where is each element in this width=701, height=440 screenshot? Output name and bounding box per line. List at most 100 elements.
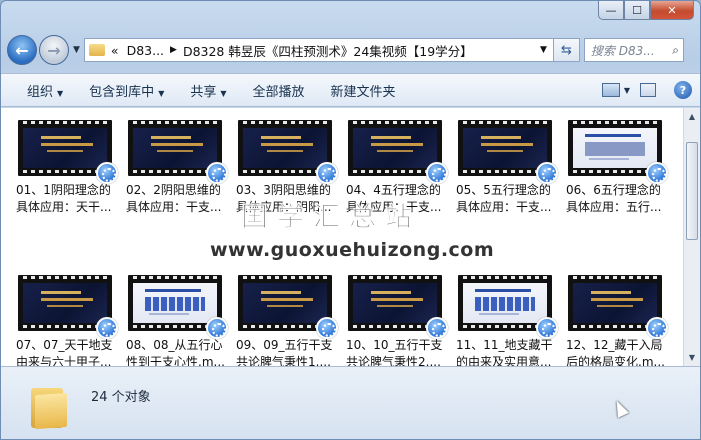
file-item[interactable]: 06、6五行理念的具体应用：五行... <box>566 120 670 216</box>
preview-pane-icon[interactable] <box>640 83 656 97</box>
search-input[interactable]: 搜索 D83... ⌕ <box>583 38 684 62</box>
video-thumbnail[interactable] <box>348 275 448 339</box>
video-thumbnail[interactable] <box>128 120 228 184</box>
file-list-view: 01、1阴阳理念的具体应用：天干... 02、2阴阳思维的具体应用：干支... 03… <box>1 108 683 369</box>
video-frame <box>133 283 217 323</box>
chevron-down-icon[interactable]: ▼ <box>624 86 630 95</box>
video-thumbnail[interactable] <box>568 120 668 184</box>
media-player-icon <box>316 317 338 339</box>
film-strip-top <box>128 276 222 281</box>
video-frame <box>23 283 107 323</box>
video-thumbnail[interactable] <box>568 275 668 339</box>
media-player-icon <box>536 162 558 184</box>
media-player-icon <box>316 162 338 184</box>
file-item[interactable]: 05、5五行理念的具体应用：干支... <box>456 120 560 216</box>
video-thumbnail[interactable] <box>18 275 118 339</box>
video-thumbnail[interactable] <box>348 120 448 184</box>
film-strip-top <box>458 276 552 281</box>
share-button[interactable]: 共享 ▼ <box>190 81 226 100</box>
folder-front <box>35 392 67 430</box>
video-frame <box>23 128 107 168</box>
media-player-icon <box>536 317 558 339</box>
vertical-scrollbar[interactable]: ▲ ▼ <box>683 108 700 366</box>
chevron-down-icon[interactable]: ▼ <box>540 45 547 55</box>
scroll-up-icon[interactable]: ▲ <box>684 108 700 125</box>
video-frame <box>243 128 327 168</box>
film-strip-top <box>568 121 662 126</box>
arrow-left-icon: ← <box>15 40 29 60</box>
folder-icon <box>88 44 105 56</box>
media-player-icon <box>426 162 448 184</box>
refresh-button[interactable]: ⇆ <box>553 38 580 62</box>
file-item[interactable]: 11、11_地支藏干的由来及实用意... <box>456 275 560 371</box>
help-icon[interactable]: ? <box>674 81 692 99</box>
arrow-right-icon: → <box>47 40 61 60</box>
maximize-button[interactable]: ☐ <box>624 1 650 20</box>
film-strip-top <box>348 121 442 126</box>
video-frame <box>463 283 547 323</box>
share-label: 共享 <box>190 84 217 100</box>
file-item[interactable]: 10、10_五行干支共论脾气秉性2.... <box>346 275 450 371</box>
film-strip-top <box>18 276 112 281</box>
video-thumbnail[interactable] <box>128 275 228 339</box>
caption-buttons: — ☐ ✕ <box>598 1 694 20</box>
organize-button[interactable]: 组织 ▼ <box>27 81 63 100</box>
breadcrumb-item-current[interactable]: D8328 韩昱辰《四柱预测术》24集视频【19学分】 <box>183 41 473 60</box>
file-item[interactable]: 09、09_五行干支共论脾气秉性1.... <box>236 275 340 371</box>
media-player-icon <box>96 317 118 339</box>
include-library-label: 包含到库中 <box>89 84 155 100</box>
play-all-button[interactable]: 全部播放 <box>253 81 305 100</box>
address-overflow[interactable]: « <box>111 43 119 58</box>
chevron-down-icon: ▼ <box>220 88 227 98</box>
change-view-icon[interactable] <box>601 83 620 97</box>
watermark-url: www.guoxuehuizong.com <box>210 239 495 261</box>
refresh-icon: ⇆ <box>560 42 572 58</box>
file-item[interactable]: 07、07_天干地支由来与六十甲子... <box>16 275 120 371</box>
close-button[interactable]: ✕ <box>650 1 694 20</box>
video-frame <box>573 283 657 323</box>
address-bar[interactable]: « D83... ▶ D8328 韩昱辰《四柱预测术》24集视频【19学分】 ▼ <box>83 38 554 62</box>
video-thumbnail[interactable] <box>238 275 338 339</box>
folder-icon <box>31 384 67 430</box>
file-name: 05、5五行理念的具体应用：干支... <box>456 183 552 214</box>
breadcrumb-item[interactable]: D83... <box>127 43 164 58</box>
video-frame <box>353 283 437 323</box>
video-thumbnail[interactable] <box>238 120 338 184</box>
film-strip-top <box>18 121 112 126</box>
search-icon: ⌕ <box>672 42 679 57</box>
media-player-icon <box>96 162 118 184</box>
file-item[interactable]: 02、2阴阳思维的具体应用：干支... <box>126 120 230 216</box>
video-thumbnail[interactable] <box>458 120 558 184</box>
file-item[interactable]: 01、1阴阳理念的具体应用：天干... <box>16 120 120 216</box>
video-thumbnail[interactable] <box>458 275 558 339</box>
command-bar: 组织 ▼ 包含到库中 ▼ 共享 ▼ 全部播放 新建文件夹 ▼ ? <box>1 73 700 107</box>
chevron-right-icon[interactable]: ▶ <box>170 45 177 55</box>
video-thumbnail[interactable] <box>18 120 118 184</box>
film-strip-top <box>458 121 552 126</box>
video-frame <box>133 128 217 168</box>
navigation-row: ← → ▼ « D83... ▶ D8328 韩昱辰《四柱预测术》24集视频【1… <box>7 35 694 65</box>
film-strip-top <box>128 121 222 126</box>
file-item[interactable]: 12、12_藏干入局后的格局变化.m... <box>566 275 670 371</box>
back-button[interactable]: ← <box>7 35 37 65</box>
film-strip-top <box>238 276 332 281</box>
organize-label: 组织 <box>27 84 54 100</box>
forward-button[interactable]: → <box>39 35 69 65</box>
media-player-icon <box>646 317 668 339</box>
include-library-button[interactable]: 包含到库中 ▼ <box>89 81 164 100</box>
film-strip-top <box>348 276 442 281</box>
media-player-icon <box>646 162 668 184</box>
scroll-down-icon[interactable]: ▼ <box>684 349 700 366</box>
watermark-text: 国学汇总站 <box>241 202 421 234</box>
file-item[interactable]: 08、08_从五行心性到干支心性.m... <box>126 275 230 371</box>
video-frame <box>573 128 657 168</box>
new-folder-button[interactable]: 新建文件夹 <box>331 81 396 100</box>
video-frame <box>463 128 547 168</box>
recent-pages-dropdown[interactable]: ▼ <box>73 45 80 55</box>
file-name: 06、6五行理念的具体应用：五行... <box>566 183 662 214</box>
minimize-button[interactable]: — <box>598 1 624 20</box>
scrollbar-thumb[interactable] <box>686 142 698 240</box>
media-player-icon <box>206 317 228 339</box>
explorer-window: — ☐ ✕ ← → ▼ « D83... ▶ D8328 韩昱辰《四柱预测术》2… <box>0 0 701 440</box>
file-name: 01、1阴阳理念的具体应用：天干... <box>16 183 112 214</box>
